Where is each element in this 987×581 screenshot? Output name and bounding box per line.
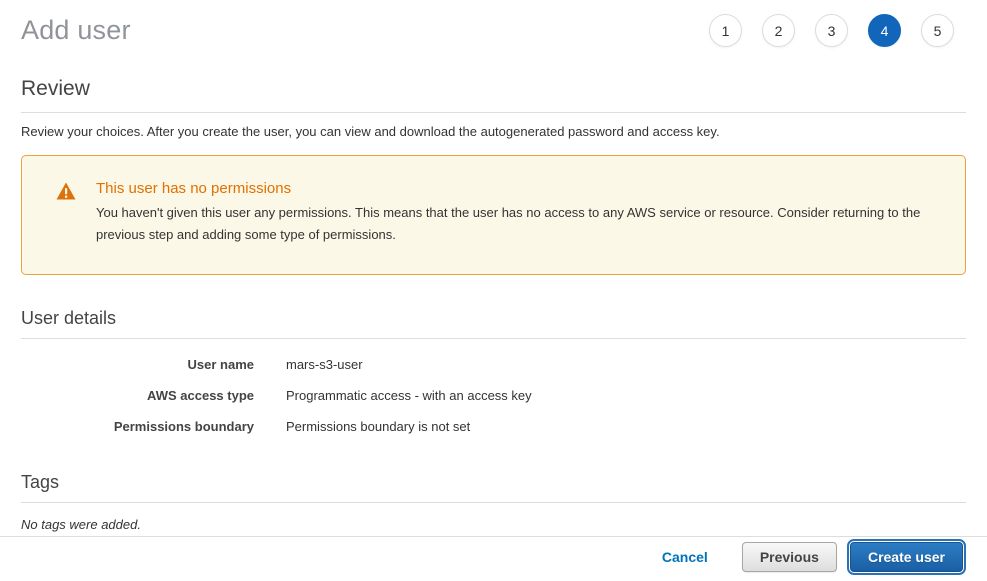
user-name-value: mars-s3-user (286, 357, 363, 372)
step-2-circle[interactable]: 2 (762, 14, 795, 47)
wizard-header: Add user 1 2 3 4 5 (21, 0, 966, 47)
user-details-rows: User name mars-s3-user AWS access type P… (21, 349, 966, 442)
step-4-circle[interactable]: 4 (868, 14, 901, 47)
step-5-circle[interactable]: 5 (921, 14, 954, 47)
wizard-footer: Cancel Previous Create user (0, 536, 987, 581)
step-indicator: 1 2 3 4 5 (709, 14, 966, 47)
warning-body: You haven't given this user any permissi… (96, 202, 935, 246)
previous-button[interactable]: Previous (742, 542, 837, 572)
aws-access-type-label: AWS access type (21, 388, 254, 403)
no-permissions-warning-box: This user has no permissions You haven't… (21, 155, 966, 275)
user-name-label: User name (21, 357, 254, 372)
create-user-button[interactable]: Create user (850, 542, 963, 572)
permissions-boundary-label: Permissions boundary (21, 419, 254, 434)
permissions-boundary-value: Permissions boundary is not set (286, 419, 470, 434)
aws-access-type-value: Programmatic access - with an access key (286, 388, 532, 403)
add-user-wizard-page: Add user 1 2 3 4 5 Review Review your ch… (0, 0, 987, 532)
review-heading: Review (21, 77, 966, 113)
step-3-circle[interactable]: 3 (815, 14, 848, 47)
table-row: User name mars-s3-user (21, 349, 966, 380)
table-row: Permissions boundary Permissions boundar… (21, 411, 966, 442)
review-description: Review your choices. After you create th… (21, 124, 966, 139)
tags-empty-message: No tags were added. (21, 517, 966, 532)
warning-title: This user has no permissions (96, 180, 935, 197)
table-row: AWS access type Programmatic access - wi… (21, 380, 966, 411)
tags-heading: Tags (21, 472, 966, 503)
warning-content: This user has no permissions You haven't… (96, 180, 935, 246)
warning-triangle-icon (56, 182, 76, 205)
step-1-circle[interactable]: 1 (709, 14, 742, 47)
cancel-button[interactable]: Cancel (662, 549, 708, 565)
page-title: Add user (21, 15, 131, 46)
user-details-heading: User details (21, 308, 966, 339)
